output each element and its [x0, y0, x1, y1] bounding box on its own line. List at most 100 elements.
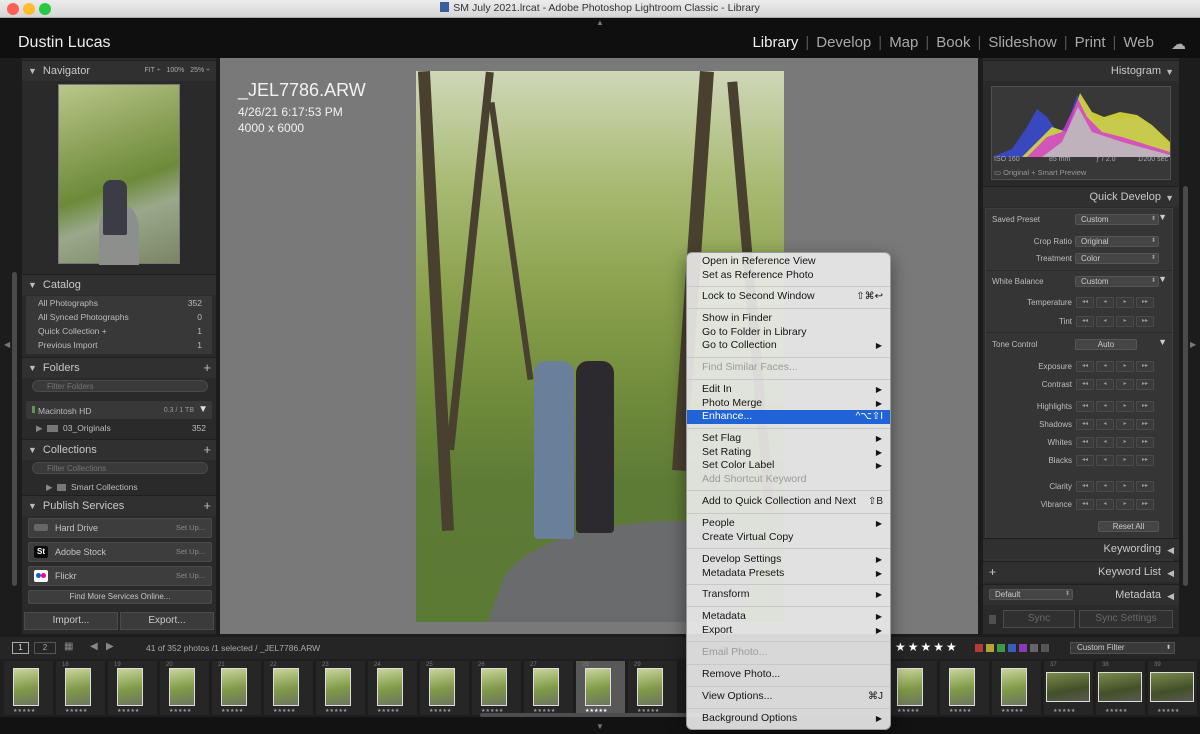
- publish-services-header[interactable]: ▼ Publish Services +: [22, 495, 216, 516]
- highlights-adjust-buttons[interactable]: ◂◂ ◂ ▸ ▸▸: [1076, 401, 1154, 412]
- menu-item-enhance[interactable]: Enhance... ^⌥⇧I: [687, 410, 890, 424]
- filmstrip-thumbnail[interactable]: 23 ★★★★★: [316, 661, 366, 715]
- filmstrip-thumbnail[interactable]: ★★★★★: [940, 661, 990, 715]
- add-publish-service-icon[interactable]: +: [203, 496, 211, 516]
- smart-collections-item[interactable]: ▶ Smart Collections: [22, 482, 216, 493]
- find-more-services-button[interactable]: Find More Services Online...: [28, 590, 212, 604]
- blacks-adjust-buttons[interactable]: ◂◂ ◂ ▸ ▸▸: [1076, 455, 1154, 466]
- publish-service-flickr[interactable]: Flickr Set Up...: [28, 566, 212, 586]
- module-print[interactable]: Print: [1075, 34, 1106, 51]
- setup-link[interactable]: Set Up...: [176, 543, 205, 561]
- filmstrip-thumbnail[interactable]: 26 ★★★★★: [472, 661, 522, 715]
- publish-service-hard-drive[interactable]: Hard Drive Set Up...: [28, 518, 212, 538]
- menu-item-remove-photo[interactable]: Remove Photo...: [687, 668, 890, 682]
- treatment-select[interactable]: Color ⬍: [1075, 253, 1159, 264]
- filmstrip-thumbnail-selected[interactable]: 28 ★★★★★: [576, 661, 626, 715]
- menu-item-transform[interactable]: Transform ▶: [687, 588, 890, 602]
- secondary-window-button[interactable]: 2: [34, 642, 56, 654]
- navigator-zoom-options[interactable]: FIT ÷ 100% 25% ÷: [144, 61, 210, 81]
- filmstrip-thumbnail[interactable]: ★★★★★: [888, 661, 938, 715]
- menu-item-go-to-folder[interactable]: Go to Folder in Library: [687, 326, 890, 340]
- menu-item-go-to-collection[interactable]: Go to Collection ▶: [687, 339, 890, 353]
- smart-preview-status[interactable]: ▭ Original + Smart Preview: [994, 168, 1086, 177]
- menu-item-photo-merge[interactable]: Photo Merge ▶: [687, 397, 890, 411]
- menu-item-lock-second-window[interactable]: Lock to Second Window ⇧⌘↩: [687, 290, 890, 304]
- filmstrip-thumbnail[interactable]: 27 ★★★★★: [524, 661, 574, 715]
- module-map[interactable]: Map: [889, 34, 918, 51]
- right-panel-scrollbar[interactable]: [1183, 186, 1188, 586]
- folder-item[interactable]: ▶ 03_Originals 352: [22, 423, 216, 434]
- left-panel-scrollbar[interactable]: [12, 272, 17, 586]
- back-arrow-icon[interactable]: ◀: [90, 641, 98, 652]
- filmstrip-thumbnail[interactable]: 25 ★★★★★: [420, 661, 470, 715]
- saved-preset-disclosure-icon[interactable]: ▼: [1158, 212, 1167, 222]
- volume-row[interactable]: Macintosh HD 0.3 / 1 TB ▼: [26, 401, 212, 419]
- white-balance-disclosure-icon[interactable]: ▼: [1158, 274, 1167, 284]
- module-slideshow[interactable]: Slideshow: [988, 34, 1056, 51]
- filmstrip-thumbnail[interactable]: 21 ★★★★★: [212, 661, 262, 715]
- module-library[interactable]: Library: [752, 34, 798, 51]
- setup-link[interactable]: Set Up...: [176, 567, 205, 585]
- catalog-item-all-photographs[interactable]: All Photographs 352: [26, 298, 212, 308]
- module-web[interactable]: Web: [1123, 34, 1154, 51]
- sync-button[interactable]: Sync: [1003, 610, 1075, 628]
- keyword-list-header[interactable]: + Keyword List ◀: [983, 561, 1179, 582]
- bottom-panel-toggle-icon[interactable]: ▼: [596, 722, 604, 731]
- import-button[interactable]: Import...: [24, 612, 118, 630]
- filmstrip-thumbnail[interactable]: 19 ★★★★★: [108, 661, 158, 715]
- left-panel-toggle-icon[interactable]: ◀: [4, 340, 10, 349]
- color-label-filter[interactable]: [975, 644, 1049, 652]
- menu-item-set-reference-photo[interactable]: Set as Reference Photo: [687, 269, 890, 283]
- navigator-preview[interactable]: [58, 84, 180, 265]
- shadows-adjust-buttons[interactable]: ◂◂ ◂ ▸ ▸▸: [1076, 419, 1154, 430]
- add-folder-icon[interactable]: +: [203, 358, 211, 378]
- menu-item-set-rating[interactable]: Set Rating ▶: [687, 446, 890, 460]
- menu-item-set-flag[interactable]: Set Flag ▶: [687, 432, 890, 446]
- crop-ratio-select[interactable]: Original ⬍: [1075, 236, 1159, 247]
- menu-item-background-options[interactable]: Background Options ▶: [687, 712, 890, 726]
- sync-settings-button[interactable]: Sync Settings: [1079, 610, 1173, 628]
- filter-folders-input[interactable]: [32, 380, 208, 392]
- catalog-header[interactable]: ▼ Catalog: [22, 274, 216, 295]
- saved-preset-select[interactable]: Custom ⬍: [1075, 214, 1159, 225]
- reset-all-button[interactable]: Reset All: [1098, 521, 1159, 532]
- export-button[interactable]: Export...: [120, 612, 214, 630]
- add-collection-icon[interactable]: +: [203, 440, 211, 460]
- menu-item-show-in-finder[interactable]: Show in Finder: [687, 312, 890, 326]
- tint-adjust-buttons[interactable]: ◂◂ ◂ ▸ ▸▸: [1076, 316, 1154, 327]
- main-window-button[interactable]: 1: [12, 642, 29, 654]
- cloud-icon[interactable]: ☁: [1171, 35, 1186, 53]
- catalog-item-previous-import[interactable]: Previous Import 1: [26, 340, 212, 350]
- menu-item-metadata[interactable]: Metadata ▶: [687, 610, 890, 624]
- filmstrip-thumbnail[interactable]: ★★★★★: [4, 661, 54, 715]
- catalog-item-quick-collection[interactable]: Quick Collection +1: [26, 326, 212, 336]
- navigator-header[interactable]: ▼ Navigator FIT ÷ 100% 25% ÷: [22, 60, 216, 81]
- menu-item-set-color-label[interactable]: Set Color Label ▶: [687, 459, 890, 473]
- filmstrip-source-status[interactable]: 41 of 352 photos /1 selected / _JEL7786.…: [146, 643, 320, 653]
- menu-item-create-virtual-copy[interactable]: Create Virtual Copy: [687, 531, 890, 545]
- contrast-adjust-buttons[interactable]: ◂◂ ◂ ▸ ▸▸: [1076, 379, 1154, 390]
- module-develop[interactable]: Develop: [816, 34, 871, 51]
- filmstrip-thumbnail[interactable]: 20 ★★★★★: [160, 661, 210, 715]
- clarity-adjust-buttons[interactable]: ◂◂ ◂ ▸ ▸▸: [1076, 481, 1154, 492]
- menu-item-export[interactable]: Export ▶: [687, 624, 890, 638]
- quick-develop-header[interactable]: Quick Develop ▼: [983, 186, 1179, 207]
- filmstrip-thumbnail[interactable]: 38 ★★★★★: [1096, 661, 1146, 715]
- metadata-header[interactable]: Default ⬍ Metadata ◀: [983, 584, 1179, 605]
- menu-item-view-options[interactable]: View Options... ⌘J: [687, 690, 890, 704]
- temperature-adjust-buttons[interactable]: ◂◂ ◂ ▸ ▸▸: [1076, 297, 1154, 308]
- menu-item-people[interactable]: People ▶: [687, 517, 890, 531]
- grid-view-icon[interactable]: ▦: [64, 641, 73, 652]
- tone-control-disclosure-icon[interactable]: ▼: [1158, 337, 1167, 347]
- menu-item-develop-settings[interactable]: Develop Settings ▶: [687, 553, 890, 567]
- auto-tone-button[interactable]: Auto: [1075, 339, 1137, 350]
- catalog-item-all-synced[interactable]: All Synced Photographs 0: [26, 312, 212, 322]
- volume-disclosure-icon[interactable]: ▼: [198, 404, 208, 415]
- filter-collections-input[interactable]: [32, 462, 208, 474]
- keywording-header[interactable]: Keywording ◀: [983, 538, 1179, 559]
- top-panel-toggle-icon[interactable]: ▲: [596, 18, 604, 27]
- collections-header[interactable]: ▼ Collections +: [22, 439, 216, 460]
- setup-link[interactable]: Set Up...: [176, 519, 205, 537]
- metadata-preset-select[interactable]: Default ⬍: [989, 589, 1073, 600]
- filmstrip-thumbnail[interactable]: 24 ★★★★★: [368, 661, 418, 715]
